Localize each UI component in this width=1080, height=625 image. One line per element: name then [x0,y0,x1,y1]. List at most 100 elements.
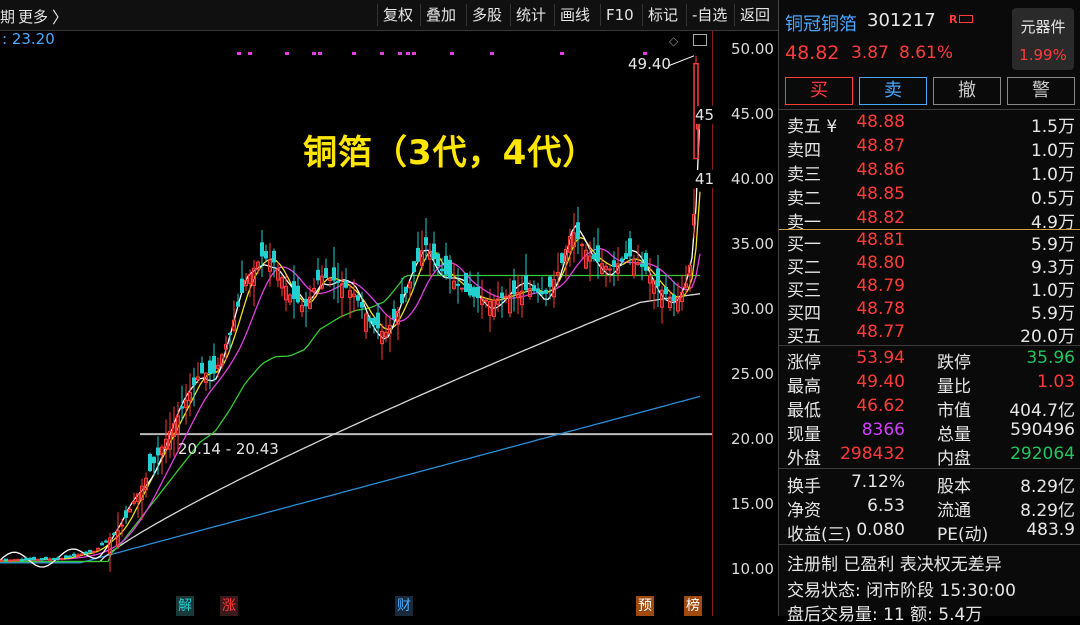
candle-body [332,267,336,281]
event-marker-unlock[interactable]: 解 [176,596,194,616]
candle-body [416,247,420,262]
trading-status: 交易状态: 闭市阶段 15:30:00 [787,581,1016,601]
candle-body [240,278,244,293]
sell-level-row[interactable]: 卖四 48.87 1.0万 [787,136,1075,161]
candle-body [412,261,416,273]
candle-body [432,243,436,260]
fund-value: 8.29亿 [1020,501,1075,521]
event-marker-limitup[interactable]: 涨 [220,596,238,616]
level-price: 48.80 [856,253,905,273]
sell-level-row[interactable]: 卖二 48.85 0.5万 [787,184,1075,209]
fund-label: 净资 [787,501,821,521]
fund-label: PE(动) [937,525,989,545]
toolbar-stats-button[interactable]: 统计 [510,4,551,26]
event-marker-list[interactable]: 榜 [684,596,702,616]
toolbar-multi-stock-button[interactable]: 多股 [466,4,507,26]
toolbar-fuquan-button[interactable]: 复权 [377,4,418,26]
candle-body [664,286,668,295]
stat-label: 涨停 [787,353,821,373]
toolbar-back-button[interactable]: 返回 [734,4,775,26]
candle-body [24,558,28,561]
candle-body [64,555,68,559]
buy-button[interactable]: 买 [785,77,853,105]
divider [779,468,1080,469]
level-volume: 1.0万 [1030,281,1075,301]
candle-body [120,524,124,527]
candle-body [4,558,8,561]
buy-level-row[interactable]: 买五 48.77 20.0万 [787,322,1075,347]
candle-body [264,251,268,259]
buy-level-row[interactable]: 买三 48.79 1.0万 [787,276,1075,301]
toolbar-overlay-button[interactable]: 叠加 [420,4,461,26]
signal-dot [490,52,494,55]
stat-label: 总量 [937,425,971,445]
stock-name[interactable]: 铜冠铜箔 [785,10,857,36]
buy-level-row[interactable]: 买一 48.81 5.9万 [787,230,1075,255]
buy-level-row[interactable]: 买二 48.80 9.3万 [787,253,1075,278]
stock-code: 301217 [867,10,936,31]
candle-body [72,553,76,557]
stat-label: 内盘 [937,449,971,469]
candle-body [16,559,20,562]
candle-body [200,362,204,374]
kline-chart[interactable] [0,30,712,616]
event-marker-finance[interactable]: 财 [395,596,413,616]
panel-toggle-icon[interactable] [693,34,707,46]
stat-value: 53.94 [856,348,905,368]
candle-body [620,258,624,262]
current-price: 48.82 [785,42,840,64]
signal-dot [450,52,454,55]
candle-body [596,245,600,262]
stock-tag: R [949,13,974,26]
stat-value: 49.40 [856,372,905,392]
candle-body [372,317,376,325]
sector-pct: 1.99% [1019,46,1067,64]
alert-button[interactable]: 警 [1007,77,1075,105]
candle-body [392,308,396,319]
chevron-right-icon[interactable]: 〉 [52,4,68,28]
sell-level-row[interactable]: 卖五 ¥ 48.88 1.5万 [787,112,1075,137]
stock-tag-letter: R [949,13,958,26]
sell-button[interactable]: 卖 [859,77,927,105]
toolbar-mark-button[interactable]: 标记 [642,4,683,26]
registration-icon [959,15,974,23]
after-hours-volume: 盘后交易量: 11 额: 5.4万 [787,605,983,625]
level-label: 卖五 ¥ [787,117,838,137]
cancel-order-button[interactable]: 撤 [933,77,1001,105]
high-price-label: 49.40 [628,55,671,73]
signal-dot [237,52,241,55]
range-label: 20.14 - 20.43 [178,440,279,458]
y-tick: 25.00 [731,365,774,383]
stat-value: 1.03 [1037,372,1075,392]
candle-body [540,291,544,295]
toolbar-draw-button[interactable]: 画线 [554,4,595,26]
ma-line-yellow [0,191,701,561]
event-marker-forecast[interactable]: 预 [636,596,654,616]
toolbar-f10-button[interactable]: F10 [600,4,639,26]
candle-body [260,242,264,257]
toolbar-remove-watch-button[interactable]: -自选 [686,4,732,26]
sell-level-row[interactable]: 卖一 48.82 4.9万 [787,208,1075,233]
candle-body [60,557,64,560]
sell-level-row[interactable]: 卖三 48.86 1.0万 [787,160,1075,185]
y-tick: 35.00 [731,235,774,253]
candle-body [472,287,476,297]
level-volume: 1.0万 [1030,165,1075,185]
signal-dot [560,52,564,55]
candle-body [440,268,444,272]
more-menu[interactable]: 更多 [18,6,48,27]
stat-value: 292064 [1010,444,1075,464]
candle-body [112,533,116,536]
candle-body [148,453,152,471]
candle-body [80,553,84,556]
buy-level-row[interactable]: 买四 48.78 5.9万 [787,299,1075,324]
candle-body [448,259,452,279]
diamond-icon[interactable]: ◇ [669,34,678,48]
sector-badge[interactable]: 元器件 1.99% [1012,8,1074,70]
stat-row: 现量 8366 总量 590496 [787,420,1075,445]
fund-label: 流通 [937,501,971,521]
candle-body [124,510,128,518]
candle-body [356,295,360,301]
candle-body [580,243,584,246]
level-price: 48.87 [856,136,905,156]
